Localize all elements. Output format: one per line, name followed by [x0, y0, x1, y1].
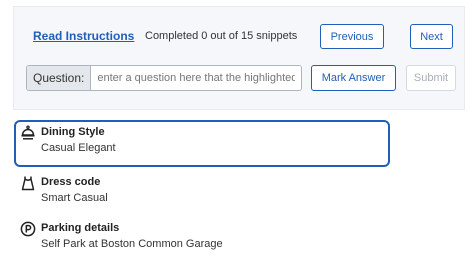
detail-value: Self Park at Boston Common Garage — [41, 238, 223, 250]
previous-button[interactable]: Previous — [320, 24, 384, 49]
progress-status: Completed 0 out of 15 snippets — [145, 30, 298, 42]
dress-icon — [20, 175, 36, 191]
detail-title: Parking details — [41, 222, 120, 234]
dining-bell-icon — [20, 125, 36, 141]
detail-title: Dress code — [41, 176, 101, 188]
detail-value: Casual Elegant — [41, 142, 116, 154]
detail-dress-code[interactable]: Dress code Smart Casual — [20, 175, 270, 209]
parking-icon — [20, 221, 36, 237]
question-input[interactable] — [91, 66, 301, 90]
read-instructions-link[interactable]: Read Instructions — [33, 29, 134, 43]
submit-button[interactable]: Submit — [406, 65, 456, 91]
next-button[interactable]: Next — [410, 24, 453, 49]
detail-title: Dining Style — [41, 126, 105, 138]
detail-value: Smart Casual — [41, 192, 108, 204]
mark-answer-button[interactable]: Mark Answer — [311, 65, 396, 91]
detail-dining-style[interactable]: Dining Style Casual Elegant — [20, 125, 391, 167]
annotation-toolbar: Read Instructions Completed 0 out of 15 … — [13, 6, 465, 110]
question-label: Question: — [27, 66, 92, 90]
detail-parking[interactable]: Parking details Self Park at Boston Comm… — [20, 221, 270, 255]
question-field: Question: — [26, 65, 302, 91]
